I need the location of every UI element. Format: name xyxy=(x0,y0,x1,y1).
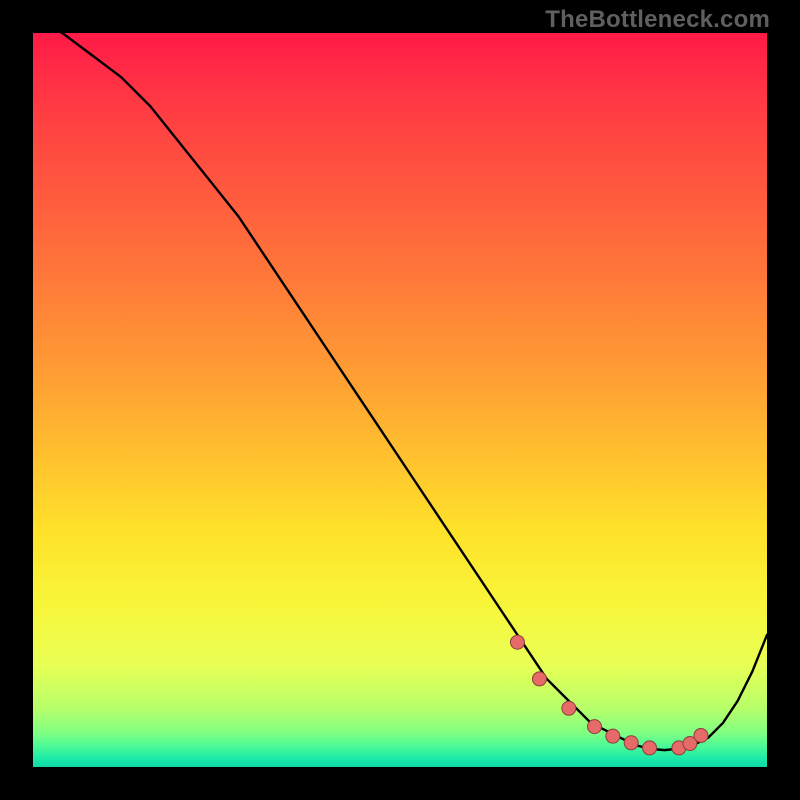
highlight-dot xyxy=(624,736,638,750)
highlight-dot xyxy=(562,701,576,715)
highlight-dot xyxy=(643,741,657,755)
plot-area xyxy=(33,33,767,767)
chart-frame: TheBottleneck.com xyxy=(0,0,800,800)
curve-layer xyxy=(33,33,767,767)
watermark-text: TheBottleneck.com xyxy=(545,6,770,34)
highlight-dot xyxy=(606,729,620,743)
highlight-dot xyxy=(510,635,524,649)
highlight-dot xyxy=(694,728,708,742)
optimal-zone-dots xyxy=(510,635,708,755)
bottleneck-curve xyxy=(33,33,767,750)
highlight-dot xyxy=(532,672,546,686)
highlight-dot xyxy=(588,720,602,734)
